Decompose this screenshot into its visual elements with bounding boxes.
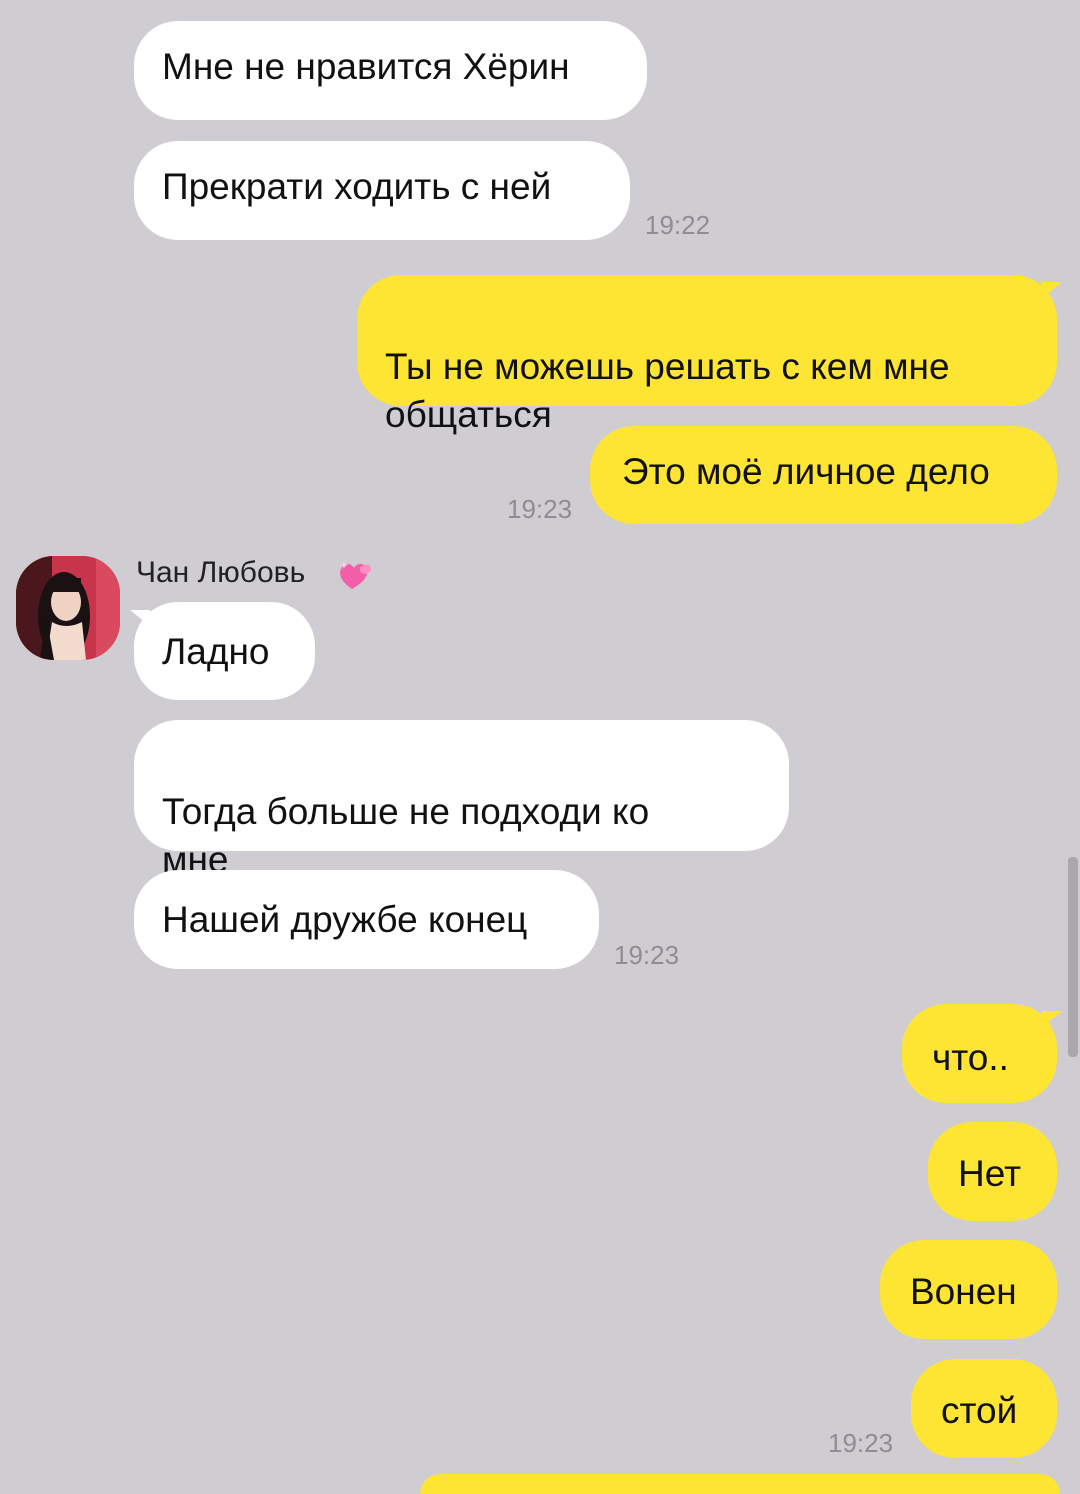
message-bubble-incoming[interactable]: Ладно xyxy=(134,602,315,700)
message-text: Это моё личное дело xyxy=(622,451,990,492)
message-text: Ладно xyxy=(162,631,270,672)
message-text: Нет xyxy=(958,1153,1022,1194)
message-timestamp: 19:23 xyxy=(614,940,680,970)
message-timestamp: 19:22 xyxy=(645,210,711,240)
message-text: Тогда больше не подходи ко мне xyxy=(162,791,650,880)
sparkling-heart-icon xyxy=(340,561,371,589)
message-text: Ты не можешь решать с кем мне общаться xyxy=(385,346,950,435)
message-bubble-incoming[interactable]: Мне не нравится Хёрин xyxy=(134,21,647,120)
avatar-photo xyxy=(16,556,120,660)
message-bubble-outgoing[interactable]: Ты не можешь решать с кем мне общаться xyxy=(357,275,1057,435)
message-bubble-outgoing[interactable]: стой xyxy=(911,1359,1057,1458)
message-text: Мне не нравится Хёрин xyxy=(162,46,570,87)
message-bubble-incoming[interactable]: Тогда больше не подходи ко мне xyxy=(134,720,789,880)
message-bubble-incoming[interactable]: Прекрати ходить с ней xyxy=(134,141,630,240)
message-bubble-outgoing[interactable]: Это моё личное дело xyxy=(590,426,1057,524)
message-text: Прекрати ходить с ней xyxy=(162,166,552,207)
message-text: Нашей дружбе конец xyxy=(162,899,528,940)
message-bubble-outgoing-partial[interactable] xyxy=(420,1474,1060,1494)
message-timestamp: 19:23 xyxy=(828,1428,894,1458)
message-text: что.. xyxy=(932,1037,1009,1078)
message-bubble-incoming[interactable]: Нашей дружбе конец xyxy=(134,870,599,969)
message-bubble-outgoing[interactable]: что.. xyxy=(902,1004,1057,1103)
message-timestamp: 19:23 xyxy=(507,494,573,524)
scrollbar[interactable] xyxy=(1068,857,1078,1057)
message-text: стой xyxy=(941,1390,1018,1431)
message-bubble-outgoing[interactable]: Нет xyxy=(928,1122,1057,1221)
sender-name: Чан Любовь xyxy=(136,556,306,589)
message-text: Вонен xyxy=(910,1271,1017,1312)
message-bubble-outgoing[interactable]: Вонен xyxy=(880,1240,1057,1339)
contact-avatar[interactable] xyxy=(16,556,120,660)
